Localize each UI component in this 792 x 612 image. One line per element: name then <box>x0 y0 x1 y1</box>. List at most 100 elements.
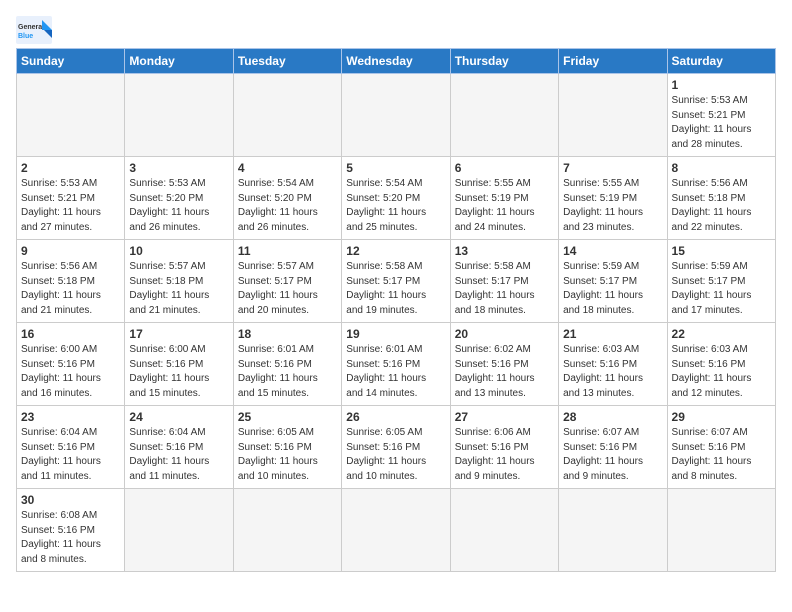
day-info: Sunrise: 5:57 AM Sunset: 5:18 PM Dayligh… <box>129 260 228 318</box>
day-number: 8 <box>672 161 771 175</box>
weekday-header-sunday: Sunday <box>17 49 125 74</box>
calendar-cell: 25Sunrise: 6:05 AM Sunset: 5:16 PM Dayli… <box>233 406 341 489</box>
calendar-cell: 5 Sunrise: 5:54 AM Sunset: 5:20 PM Daylig… <box>342 157 450 240</box>
calendar-cell <box>559 489 667 572</box>
calendar-cell <box>125 74 233 157</box>
day-info: Sunrise: 5:54 AM Sunset: 5:20 PM Dayligh… <box>346 177 445 235</box>
day-number: 22 <box>672 327 771 341</box>
day-info: Sunrise: 6:03 AM Sunset: 5:16 PM Dayligh… <box>672 343 771 401</box>
day-info: Sunrise: 6:07 AM Sunset: 5:16 PM Dayligh… <box>672 426 771 484</box>
day-number: 26 <box>346 410 445 424</box>
day-number: 14 <box>563 244 662 258</box>
day-number: 18 <box>238 327 337 341</box>
day-info: Sunrise: 6:03 AM Sunset: 5:16 PM Dayligh… <box>563 343 662 401</box>
day-number: 5 <box>346 161 445 175</box>
calendar-cell: 21 Sunrise: 6:03 AM Sunset: 5:16 PM Dayli… <box>559 323 667 406</box>
day-number: 21 <box>563 327 662 341</box>
day-number: 1 <box>672 78 771 92</box>
day-info: Sunrise: 5:56 AM Sunset: 5:18 PM Dayligh… <box>672 177 771 235</box>
weekday-header-saturday: Saturday <box>667 49 775 74</box>
day-info: Sunrise: 5:55 AM Sunset: 5:19 PM Dayligh… <box>563 177 662 235</box>
calendar-cell <box>450 74 558 157</box>
calendar-cell: 7Sunrise: 5:55 AM Sunset: 5:19 PM Daylig… <box>559 157 667 240</box>
logo: General Blue <box>16 16 52 44</box>
day-info: Sunrise: 5:53 AM Sunset: 5:21 PM Dayligh… <box>21 177 120 235</box>
logo-icon: General Blue <box>16 16 52 44</box>
calendar-cell: 9Sunrise: 5:56 AM Sunset: 5:18 PM Daylig… <box>17 240 125 323</box>
calendar-cell: 20 Sunrise: 6:02 AM Sunset: 5:16 PM Dayli… <box>450 323 558 406</box>
calendar-cell <box>667 489 775 572</box>
day-info: Sunrise: 5:57 AM Sunset: 5:17 PM Dayligh… <box>238 260 337 318</box>
day-info: Sunrise: 6:05 AM Sunset: 5:16 PM Dayligh… <box>346 426 445 484</box>
calendar-cell <box>342 489 450 572</box>
day-number: 29 <box>672 410 771 424</box>
calendar-cell: 13 Sunrise: 5:58 AM Sunset: 5:17 PM Dayli… <box>450 240 558 323</box>
day-number: 15 <box>672 244 771 258</box>
calendar-cell: 16 Sunrise: 6:00 AM Sunset: 5:16 PM Dayli… <box>17 323 125 406</box>
day-info: Sunrise: 5:53 AM Sunset: 5:21 PM Dayligh… <box>672 94 771 152</box>
day-number: 13 <box>455 244 554 258</box>
weekday-header-monday: Monday <box>125 49 233 74</box>
calendar-cell <box>17 74 125 157</box>
day-info: Sunrise: 6:06 AM Sunset: 5:16 PM Dayligh… <box>455 426 554 484</box>
day-number: 24 <box>129 410 228 424</box>
day-number: 2 <box>21 161 120 175</box>
svg-text:Blue: Blue <box>18 33 33 40</box>
calendar-cell <box>450 489 558 572</box>
calendar-table: SundayMondayTuesdayWednesdayThursdayFrid… <box>16 48 776 572</box>
day-info: Sunrise: 6:00 AM Sunset: 5:16 PM Dayligh… <box>21 343 120 401</box>
calendar-cell: 26 Sunrise: 6:05 AM Sunset: 5:16 PM Dayli… <box>342 406 450 489</box>
calendar-cell <box>233 489 341 572</box>
calendar-cell: 4 Sunrise: 5:54 AM Sunset: 5:20 PM Daylig… <box>233 157 341 240</box>
weekday-header-wednesday: Wednesday <box>342 49 450 74</box>
svg-text:General: General <box>18 24 44 31</box>
day-info: Sunrise: 5:55 AM Sunset: 5:19 PM Dayligh… <box>455 177 554 235</box>
day-info: Sunrise: 6:04 AM Sunset: 5:16 PM Dayligh… <box>21 426 120 484</box>
day-number: 4 <box>238 161 337 175</box>
calendar-cell: 2 Sunrise: 5:53 AM Sunset: 5:21 PM Daylig… <box>17 157 125 240</box>
day-info: Sunrise: 5:54 AM Sunset: 5:20 PM Dayligh… <box>238 177 337 235</box>
calendar-cell: 12Sunrise: 5:58 AM Sunset: 5:17 PM Dayli… <box>342 240 450 323</box>
weekday-header-tuesday: Tuesday <box>233 49 341 74</box>
day-number: 11 <box>238 244 337 258</box>
day-info: Sunrise: 5:59 AM Sunset: 5:17 PM Dayligh… <box>672 260 771 318</box>
day-info: Sunrise: 5:59 AM Sunset: 5:17 PM Dayligh… <box>563 260 662 318</box>
calendar-cell: 3 Sunrise: 5:53 AM Sunset: 5:20 PM Daylig… <box>125 157 233 240</box>
day-info: Sunrise: 6:01 AM Sunset: 5:16 PM Dayligh… <box>346 343 445 401</box>
day-number: 6 <box>455 161 554 175</box>
day-info: Sunrise: 6:00 AM Sunset: 5:16 PM Dayligh… <box>129 343 228 401</box>
day-number: 23 <box>21 410 120 424</box>
day-number: 16 <box>21 327 120 341</box>
day-number: 20 <box>455 327 554 341</box>
calendar-cell: 28Sunrise: 6:07 AM Sunset: 5:16 PM Dayli… <box>559 406 667 489</box>
day-number: 28 <box>563 410 662 424</box>
calendar-cell <box>342 74 450 157</box>
day-info: Sunrise: 6:04 AM Sunset: 5:16 PM Dayligh… <box>129 426 228 484</box>
calendar-cell: 29 Sunrise: 6:07 AM Sunset: 5:16 PM Dayli… <box>667 406 775 489</box>
calendar-cell: 24 Sunrise: 6:04 AM Sunset: 5:16 PM Dayli… <box>125 406 233 489</box>
day-info: Sunrise: 6:01 AM Sunset: 5:16 PM Dayligh… <box>238 343 337 401</box>
calendar-cell: 30Sunrise: 6:08 AM Sunset: 5:16 PM Dayli… <box>17 489 125 572</box>
calendar-cell: 10 Sunrise: 5:57 AM Sunset: 5:18 PM Dayli… <box>125 240 233 323</box>
day-info: Sunrise: 6:02 AM Sunset: 5:16 PM Dayligh… <box>455 343 554 401</box>
day-info: Sunrise: 6:08 AM Sunset: 5:16 PM Dayligh… <box>21 509 120 567</box>
day-info: Sunrise: 5:53 AM Sunset: 5:20 PM Dayligh… <box>129 177 228 235</box>
day-number: 10 <box>129 244 228 258</box>
calendar-cell: 1 Sunrise: 5:53 AM Sunset: 5:21 PM Daylig… <box>667 74 775 157</box>
day-number: 9 <box>21 244 120 258</box>
day-number: 3 <box>129 161 228 175</box>
calendar-cell: 18 Sunrise: 6:01 AM Sunset: 5:16 PM Dayli… <box>233 323 341 406</box>
calendar-cell: 17Sunrise: 6:00 AM Sunset: 5:16 PM Dayli… <box>125 323 233 406</box>
calendar-cell: 11 Sunrise: 5:57 AM Sunset: 5:17 PM Dayli… <box>233 240 341 323</box>
day-number: 19 <box>346 327 445 341</box>
day-info: Sunrise: 5:58 AM Sunset: 5:17 PM Dayligh… <box>346 260 445 318</box>
calendar-cell: 8 Sunrise: 5:56 AM Sunset: 5:18 PM Daylig… <box>667 157 775 240</box>
calendar-cell: 27Sunrise: 6:06 AM Sunset: 5:16 PM Dayli… <box>450 406 558 489</box>
day-info: Sunrise: 5:58 AM Sunset: 5:17 PM Dayligh… <box>455 260 554 318</box>
calendar-cell: 22 Sunrise: 6:03 AM Sunset: 5:16 PM Dayli… <box>667 323 775 406</box>
weekday-header-friday: Friday <box>559 49 667 74</box>
day-number: 25 <box>238 410 337 424</box>
calendar-cell <box>233 74 341 157</box>
calendar-cell: 19 Sunrise: 6:01 AM Sunset: 5:16 PM Dayli… <box>342 323 450 406</box>
calendar-cell: 6 Sunrise: 5:55 AM Sunset: 5:19 PM Daylig… <box>450 157 558 240</box>
